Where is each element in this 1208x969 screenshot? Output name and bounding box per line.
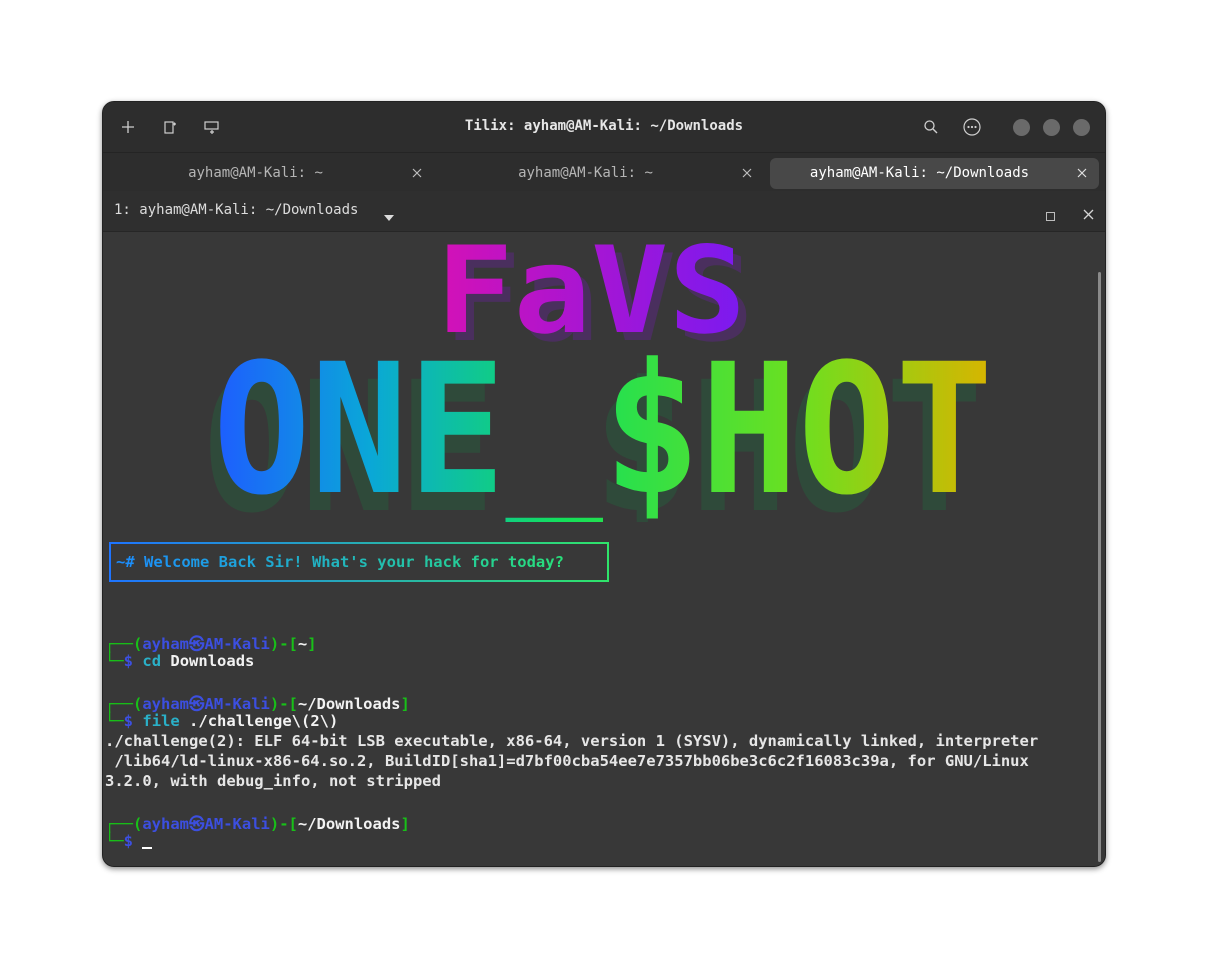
session-title[interactable]: 1: ayham@AM-Kali: ~/Downloads bbox=[114, 202, 358, 218]
text-cursor bbox=[142, 847, 153, 849]
session-bar: 1: ayham@AM-Kali: ~/Downloads bbox=[103, 191, 1105, 232]
command-line: └─$ cd Downloads bbox=[105, 652, 255, 670]
output-line: 3.2.0, with debug_info, not stripped bbox=[105, 772, 441, 790]
prompt-line: ┌──(ayham㉿AM-Kali)-[~/Downloads] bbox=[105, 815, 410, 833]
tab-label: ayham@AM-Kali: ~/Downloads bbox=[809, 165, 1030, 181]
tab-bar: ayham@AM-Kali: ~ ayham@AM-Kali: ~ ayham@… bbox=[103, 152, 1105, 192]
maximize-button[interactable] bbox=[1043, 119, 1060, 136]
prompt-line: ┌──(ayham㉿AM-Kali)-[~] bbox=[105, 635, 317, 653]
menu-dots-icon[interactable] bbox=[959, 114, 985, 140]
close-icon[interactable] bbox=[1073, 164, 1091, 182]
command-line[interactable]: └─$ bbox=[105, 832, 153, 850]
command-line: └─$ file ./challenge\(2\) bbox=[105, 712, 339, 730]
tab-label: ayham@AM-Kali: ~ bbox=[188, 165, 323, 181]
output-line: /lib64/ld-linux-x86-64.so.2, BuildID[sha… bbox=[105, 752, 1029, 770]
tab-label: ayham@AM-Kali: ~ bbox=[518, 165, 653, 181]
close-icon[interactable] bbox=[408, 164, 426, 182]
welcome-text: ~# Welcome Back Sir! What's your hack fo… bbox=[116, 553, 564, 571]
banner-main: ONE_$HOT bbox=[213, 326, 993, 522]
tab-3[interactable]: ayham@AM-Kali: ~/Downloads bbox=[770, 158, 1099, 189]
terminal-window: Tilix: ayham@AM-Kali: ~/Downloads ayham@… bbox=[102, 101, 1106, 867]
title-bar: Tilix: ayham@AM-Kali: ~/Downloads bbox=[103, 102, 1105, 152]
close-icon[interactable] bbox=[738, 164, 756, 182]
terminal-area[interactable]: FaVS FaVS ONE_$HOT ONE_$HOT ~# Welcome B… bbox=[103, 232, 1105, 866]
welcome-box: ~# Welcome Back Sir! What's your hack fo… bbox=[109, 542, 609, 582]
window-title: Tilix: ayham@AM-Kali: ~/Downloads bbox=[464, 118, 744, 134]
maximize-terminal-icon[interactable] bbox=[1046, 206, 1055, 225]
minimize-button[interactable] bbox=[1013, 119, 1030, 136]
tab-2[interactable]: ayham@AM-Kali: ~ bbox=[437, 158, 764, 189]
tab-1[interactable]: ayham@AM-Kali: ~ bbox=[107, 158, 434, 189]
output-line: ./challenge(2): ELF 64-bit LSB executabl… bbox=[105, 732, 1039, 750]
close-window-button[interactable] bbox=[1073, 119, 1090, 136]
search-icon[interactable] bbox=[918, 114, 944, 140]
prompt-line: ┌──(ayham㉿AM-Kali)-[~/Downloads] bbox=[105, 695, 410, 713]
banner-art: FaVS FaVS ONE_$HOT ONE_$HOT bbox=[203, 232, 993, 522]
chevron-down-icon[interactable] bbox=[384, 206, 394, 225]
close-terminal-icon[interactable] bbox=[1083, 205, 1094, 224]
